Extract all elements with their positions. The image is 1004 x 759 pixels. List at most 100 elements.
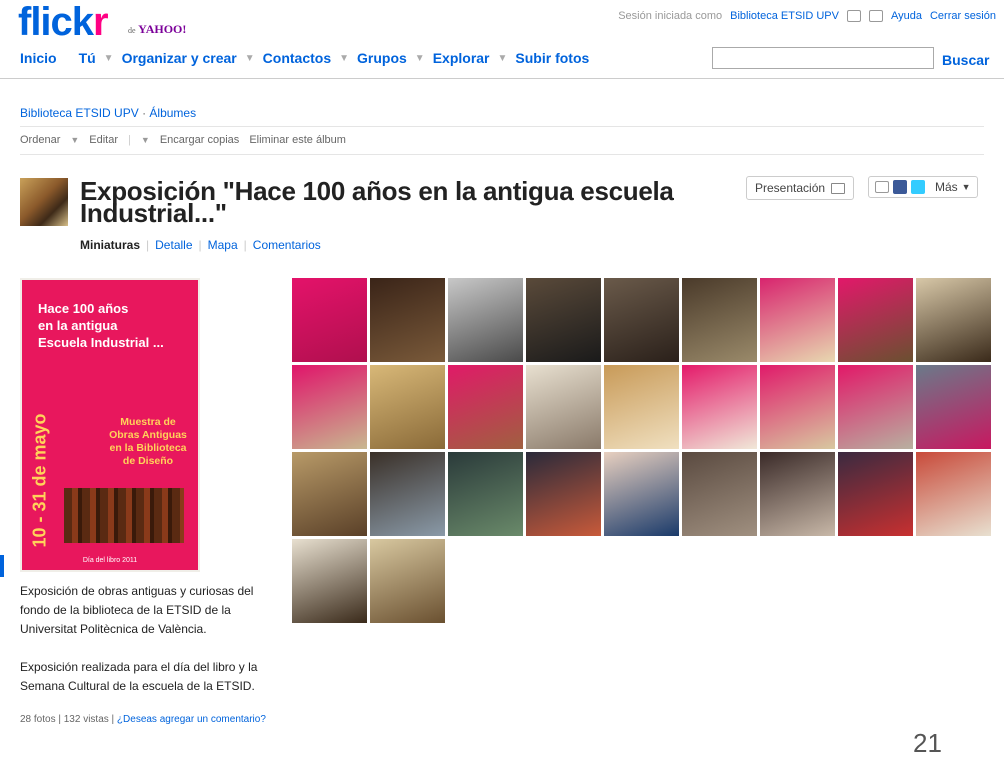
page-number: 21 xyxy=(913,728,942,758)
photo-thumbnail[interactable] xyxy=(292,452,367,536)
photo-thumbnail[interactable] xyxy=(292,365,367,449)
cart-icon[interactable] xyxy=(846,10,861,22)
chevron-down-icon[interactable]: ▼ xyxy=(141,135,150,145)
stats-text: 28 fotos | 132 vistas | xyxy=(20,714,115,725)
tab-miniaturas[interactable]: Miniaturas xyxy=(80,238,140,252)
description-paragraph: Exposición realizada para el día del lib… xyxy=(20,660,258,693)
tab-mapa[interactable]: Mapa xyxy=(208,238,238,252)
photo-thumbnail[interactable] xyxy=(760,365,835,449)
search-button[interactable]: Buscar xyxy=(942,52,989,68)
breadcrumb-owner[interactable]: Biblioteca ETSID UPV xyxy=(20,106,139,120)
album-stats: 28 fotos | 132 vistas | ¿Deseas agregar … xyxy=(20,712,270,728)
divider xyxy=(0,78,1004,79)
chevron-down-icon[interactable]: ▼ xyxy=(70,135,79,145)
poster-line: en la antigua xyxy=(38,318,118,333)
view-tabs: Miniaturas | Detalle | Mapa | Comentarios xyxy=(80,238,321,252)
chevron-down-icon[interactable]: ▼ xyxy=(104,53,114,64)
photo-thumbnail[interactable] xyxy=(760,452,835,536)
album-title: Exposición "Hace 100 años en la antigua … xyxy=(80,176,674,228)
photo-thumbnail[interactable] xyxy=(916,278,991,362)
nav-inicio[interactable]: Inicio xyxy=(20,50,57,66)
nav-contactos[interactable]: Contactos xyxy=(263,50,331,66)
photo-thumbnail[interactable] xyxy=(604,452,679,536)
album-poster-image[interactable]: Hace 100 años en la antigua Escuela Indu… xyxy=(20,278,200,572)
photo-thumbnail[interactable] xyxy=(448,452,523,536)
photo-thumbnail[interactable] xyxy=(682,452,757,536)
poster-dates-text: 10 - 31 de mayo xyxy=(29,412,50,548)
facebook-icon[interactable] xyxy=(893,180,907,194)
logout-link[interactable]: Cerrar sesión xyxy=(930,10,996,22)
presentation-label: Presentación xyxy=(755,181,826,195)
chevron-down-icon[interactable]: ▼ xyxy=(498,53,508,64)
photo-thumbnail[interactable] xyxy=(916,365,991,449)
breadcrumb-separator: · xyxy=(142,106,147,120)
delete-album-link[interactable]: Eliminar este álbum xyxy=(249,134,346,146)
poster-heading: Hace 100 años en la antigua Escuela Indu… xyxy=(38,300,164,351)
photo-thumbnail[interactable] xyxy=(604,365,679,449)
nav-organizar[interactable]: Organizar y crear xyxy=(122,50,237,66)
photo-thumbnail[interactable] xyxy=(448,278,523,362)
photo-thumbnail[interactable] xyxy=(292,278,367,362)
twitter-icon[interactable] xyxy=(911,180,925,194)
chevron-down-icon[interactable]: ▼ xyxy=(962,182,971,192)
email-icon[interactable] xyxy=(875,181,889,193)
monitor-icon xyxy=(831,182,846,194)
nav-explorar[interactable]: Explorar xyxy=(433,50,490,66)
session-text: Sesión iniciada como xyxy=(618,10,723,22)
edit-menu[interactable]: Editar xyxy=(89,134,118,146)
photo-thumbnail[interactable] xyxy=(760,278,835,362)
side-marker xyxy=(0,555,4,577)
tab-comentarios[interactable]: Comentarios xyxy=(253,238,321,252)
poster-footer: Día del libro 2011 xyxy=(82,557,138,564)
photo-thumbnail[interactable] xyxy=(370,365,445,449)
album-toolbar: Ordenar ▼ Editar | ▼ Encargar copias Elimin… xyxy=(20,134,346,146)
yahoo-logo: de YAHOO! xyxy=(128,22,187,36)
mail-icon[interactable] xyxy=(868,10,883,22)
tab-detalle[interactable]: Detalle xyxy=(155,238,192,252)
help-link[interactable]: Ayuda xyxy=(891,10,922,22)
photo-grid xyxy=(292,278,992,623)
photo-thumbnail[interactable] xyxy=(370,539,445,623)
sort-menu[interactable]: Ordenar xyxy=(20,134,60,146)
photo-thumbnail[interactable] xyxy=(526,278,601,362)
add-comment-link[interactable]: ¿Deseas agregar un comentario? xyxy=(117,714,266,725)
slideshow-button[interactable]: Presentación xyxy=(746,176,855,200)
chevron-down-icon[interactable]: ▼ xyxy=(339,53,349,64)
chevron-down-icon[interactable]: ▼ xyxy=(245,53,255,64)
photo-thumbnail[interactable] xyxy=(526,365,601,449)
nav-tu[interactable]: Tú xyxy=(79,50,96,66)
poster-dates: 10 - 31 de mayo xyxy=(20,413,60,547)
breadcrumb-albums[interactable]: Álbumes xyxy=(149,106,196,120)
photo-thumbnail[interactable] xyxy=(838,365,913,449)
more-button[interactable]: Más xyxy=(935,180,958,194)
photo-thumbnail[interactable] xyxy=(604,278,679,362)
divider xyxy=(20,126,984,127)
account-bar: Sesión iniciada como Biblioteca ETSID UP… xyxy=(618,10,996,22)
flickr-logo[interactable]: flickr xyxy=(18,2,109,42)
photo-thumbnail[interactable] xyxy=(370,278,445,362)
photo-thumbnail[interactable] xyxy=(370,452,445,536)
user-link[interactable]: Biblioteca ETSID UPV xyxy=(730,10,839,22)
description-paragraph: Exposición de obras antiguas y curiosas … xyxy=(20,584,254,636)
photo-thumbnail[interactable] xyxy=(838,452,913,536)
photo-thumbnail[interactable] xyxy=(838,278,913,362)
album-cover-thumbnail[interactable] xyxy=(20,178,68,226)
poster-line: Hace 100 años xyxy=(38,301,129,316)
poster-line: Escuela Industrial ... xyxy=(38,335,164,350)
photo-thumbnail[interactable] xyxy=(682,278,757,362)
chevron-down-icon[interactable]: ▼ xyxy=(415,53,425,64)
photo-thumbnail[interactable] xyxy=(292,539,367,623)
divider xyxy=(20,154,984,155)
poster-muestra: Muestra de Obras Antiguas en la Bibliote… xyxy=(109,416,187,467)
nav-grupos[interactable]: Grupos xyxy=(357,50,407,66)
order-prints-link[interactable]: Encargar copias xyxy=(160,134,240,146)
poster-books-image xyxy=(64,488,184,543)
photo-thumbnail[interactable] xyxy=(682,365,757,449)
album-description: Exposición de obras antiguas y curiosas … xyxy=(20,582,270,696)
share-bar: Más ▼ xyxy=(868,176,978,198)
nav-subir-fotos[interactable]: Subir fotos xyxy=(515,50,589,66)
search-input[interactable] xyxy=(712,47,934,69)
photo-thumbnail[interactable] xyxy=(526,452,601,536)
photo-thumbnail[interactable] xyxy=(916,452,991,536)
photo-thumbnail[interactable] xyxy=(448,365,523,449)
